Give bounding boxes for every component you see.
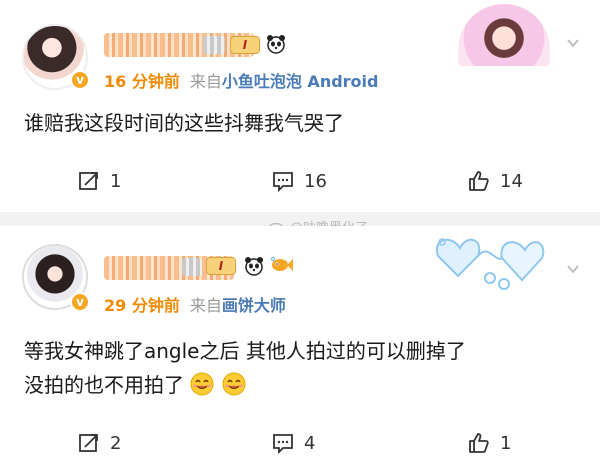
post-content-line: 没拍的也不用拍了: [24, 373, 184, 397]
post-meta: 16 分钟前 来自小鱼吐泡泡 Android: [104, 68, 378, 92]
panda-icon: [245, 257, 263, 276]
repost-icon: [79, 434, 98, 452]
comment-icon: [273, 434, 293, 454]
level-badge: I: [230, 36, 260, 54]
comment-button[interactable]: 16: [272, 170, 327, 192]
repost-button[interactable]: 1: [78, 170, 121, 192]
like-button[interactable]: 1: [468, 432, 511, 454]
comment-icon: [273, 172, 293, 192]
action-bar: 2 4 1: [0, 432, 600, 462]
card-decoration: [435, 238, 545, 290]
verified-badge: v: [70, 70, 90, 90]
post-time: 29 分钟前: [104, 296, 180, 315]
like-button[interactable]: 14: [468, 170, 523, 192]
post-source[interactable]: 小鱼吐泡泡 Android: [222, 72, 379, 91]
post-time: 16 分钟前: [104, 72, 180, 91]
fish-icon: [271, 257, 293, 271]
post-card[interactable]: v I 29 分钟前 来自画饼大师 等我女神跳了angle之后 其他人拍过的可以删…: [0, 226, 600, 454]
comment-count: 16: [304, 170, 327, 192]
post-content: 等我女神跳了angle之后 其他人拍过的可以删掉了 没拍的也不用拍了: [24, 334, 584, 402]
panda-icon: [267, 35, 285, 54]
like-count: 1: [500, 432, 512, 454]
chevron-down-icon[interactable]: [566, 262, 580, 276]
verified-badge: v: [70, 292, 90, 312]
chevron-down-icon[interactable]: [566, 36, 580, 50]
like-count: 14: [500, 170, 523, 192]
post-content-line: 等我女神跳了angle之后 其他人拍过的可以删掉了: [24, 339, 466, 363]
post-source[interactable]: 画饼大师: [222, 296, 286, 315]
repost-button[interactable]: 2: [78, 432, 121, 454]
thumbs-up-icon: [469, 433, 489, 453]
post-card[interactable]: v I 16 分钟前 来自小鱼吐泡泡 Android 谁赔我这段时间的这些抖舞我气…: [0, 0, 600, 212]
post-meta: 29 分钟前 来自画饼大师: [104, 292, 286, 316]
comment-count: 4: [304, 432, 316, 454]
from-prefix: 来自: [189, 72, 222, 91]
username-blurred-suffix: [182, 258, 202, 276]
smile-emoji-icon: [222, 372, 246, 396]
post-content-line-2: 没拍的也不用拍了: [24, 368, 584, 402]
repost-count: 2: [110, 432, 122, 454]
comment-button[interactable]: 4: [272, 432, 315, 454]
level-badge: I: [206, 257, 236, 275]
action-bar: 1 16 14: [0, 170, 600, 200]
from-prefix: 来自: [189, 296, 222, 315]
repost-count: 1: [110, 170, 122, 192]
smile-emoji-icon: [190, 372, 214, 396]
username-blurred-suffix: [203, 36, 225, 54]
thumbs-up-icon: [469, 171, 489, 191]
repost-icon: [79, 172, 98, 190]
post-content: 谁赔我这段时间的这些抖舞我气哭了: [24, 111, 344, 135]
card-decoration: [458, 4, 550, 66]
